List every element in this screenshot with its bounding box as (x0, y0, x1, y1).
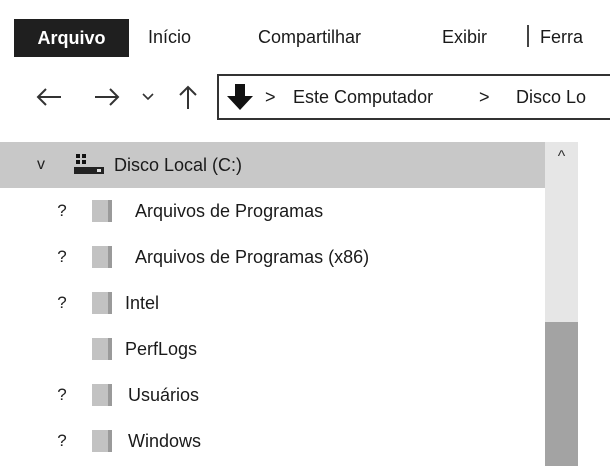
tree-item-label: Arquivos de Programas (135, 201, 324, 221)
tree-item[interactable]: ? Arquivos de Programas (x86) (0, 234, 545, 280)
up-button[interactable] (175, 82, 201, 112)
tree-item-label: Usuários (128, 385, 200, 405)
drive-icon (74, 154, 104, 174)
navigation-bar: > Este Computador > Disco Lo (0, 66, 610, 130)
chevron-down-icon (142, 93, 154, 101)
forward-button[interactable] (90, 82, 124, 112)
navigation-tree: v Disco Local (C:) ? Arquivos de Program… (0, 142, 610, 466)
vertical-scrollbar[interactable]: ^ (545, 142, 578, 466)
tree-item[interactable]: ? Arquivos de Programas (0, 188, 545, 234)
status-marker (52, 326, 72, 372)
tree-item-label: Intel (125, 293, 160, 313)
tab-file[interactable]: Arquivo (14, 19, 129, 57)
recent-locations-button[interactable] (137, 82, 159, 112)
breadcrumb-this-pc[interactable]: Este Computador (293, 76, 433, 118)
tab-view[interactable]: Exibir (442, 15, 487, 59)
chevron-up-icon: ^ (557, 148, 566, 165)
status-marker: ? (57, 385, 67, 404)
scrollbar-thumb[interactable] (545, 322, 578, 466)
breadcrumb-local-disk[interactable]: Disco Lo (516, 76, 586, 118)
status-marker: ? (57, 201, 67, 220)
tree-item[interactable]: ? Windows (0, 418, 545, 464)
tree-item-label: Disco Local (C:) (114, 155, 243, 175)
down-arrow-icon (227, 84, 253, 110)
status-marker: ? (57, 293, 67, 312)
ribbon-tabs: Arquivo Início Compartilhar Exibir Ferra (0, 15, 610, 59)
folder-icon (92, 338, 112, 360)
tree-item[interactable]: ? Usuários (0, 372, 545, 418)
tree-item[interactable]: ? Intel (0, 280, 545, 326)
tree-item-local-disk[interactable]: v Disco Local (C:) (0, 142, 545, 188)
folder-icon (92, 292, 112, 314)
tab-home[interactable]: Início (148, 15, 191, 59)
breadcrumb-separator: > (265, 87, 276, 107)
arrow-up-icon (179, 85, 197, 109)
arrow-right-icon (95, 88, 120, 106)
folder-icon (92, 200, 112, 222)
collapse-chevron[interactable]: v (30, 142, 52, 188)
tab-share[interactable]: Compartilhar (258, 15, 361, 59)
file-explorer-window: Arquivo Início Compartilhar Exibir Ferra (0, 0, 610, 466)
address-bar[interactable]: > Este Computador > Disco Lo (217, 74, 610, 120)
tab-separator (527, 25, 529, 47)
folder-icon (92, 430, 112, 452)
tab-tools[interactable]: Ferra (540, 15, 583, 59)
tree-item[interactable]: PerfLogs (0, 326, 545, 372)
scroll-up-button[interactable]: ^ (545, 142, 578, 172)
status-marker: ? (57, 431, 67, 450)
breadcrumb-separator: > (479, 87, 490, 107)
tree-item-label: Arquivos de Programas (x86) (135, 247, 370, 267)
arrow-left-icon (36, 88, 61, 106)
status-marker: ? (57, 247, 67, 266)
tree-item-label: PerfLogs (125, 339, 198, 359)
folder-icon (92, 384, 112, 406)
folder-icon (92, 246, 112, 268)
back-button[interactable] (32, 82, 66, 112)
tree-item-label: Windows (128, 431, 202, 451)
